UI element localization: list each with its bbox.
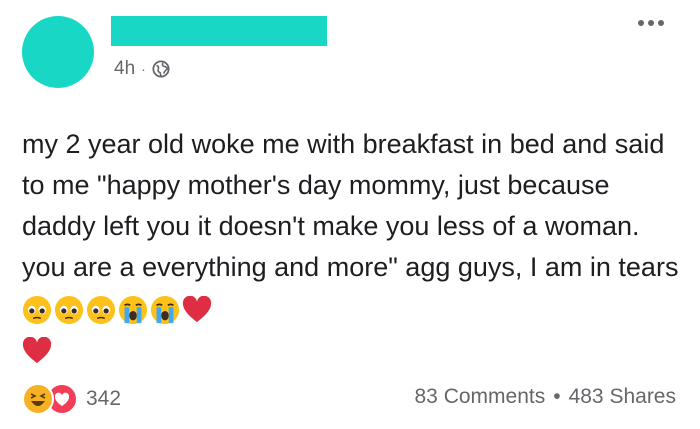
avatar[interactable] [22, 16, 94, 88]
post-footer: 342 83 Comments • 483 Shares [0, 371, 700, 429]
red-heart-icon [182, 295, 212, 323]
red-heart-icon [22, 336, 52, 364]
post-text: my 2 year old woke me with breakfast in … [22, 124, 682, 370]
post-meta: 4h · [114, 58, 170, 80]
comments-link[interactable]: 83 Comments [415, 385, 546, 409]
pleading-face-icon [54, 295, 84, 324]
loudly-crying-face-icon [118, 295, 148, 324]
timestamp[interactable]: 4h [114, 58, 135, 80]
globe-icon [152, 60, 170, 78]
pleading-face-icon [86, 295, 116, 324]
loudly-crying-face-icon [150, 295, 180, 324]
engagement-stats: 83 Comments • 483 Shares [415, 385, 677, 409]
shares-link[interactable]: 483 Shares [569, 385, 676, 409]
haha-reaction-icon [22, 383, 54, 415]
stats-separator: • [553, 385, 561, 408]
facebook-post: 4h · my 2 year old woke me with breakfas… [0, 0, 700, 429]
reactions-summary[interactable]: 342 [22, 383, 121, 415]
post-body: my 2 year old woke me with breakfast in … [22, 129, 679, 282]
reaction-count: 342 [86, 387, 122, 410]
author-name-redacted[interactable] [111, 16, 327, 46]
pleading-face-icon [22, 295, 52, 324]
meta-separator: · [141, 61, 146, 77]
more-options-icon[interactable] [638, 20, 664, 26]
